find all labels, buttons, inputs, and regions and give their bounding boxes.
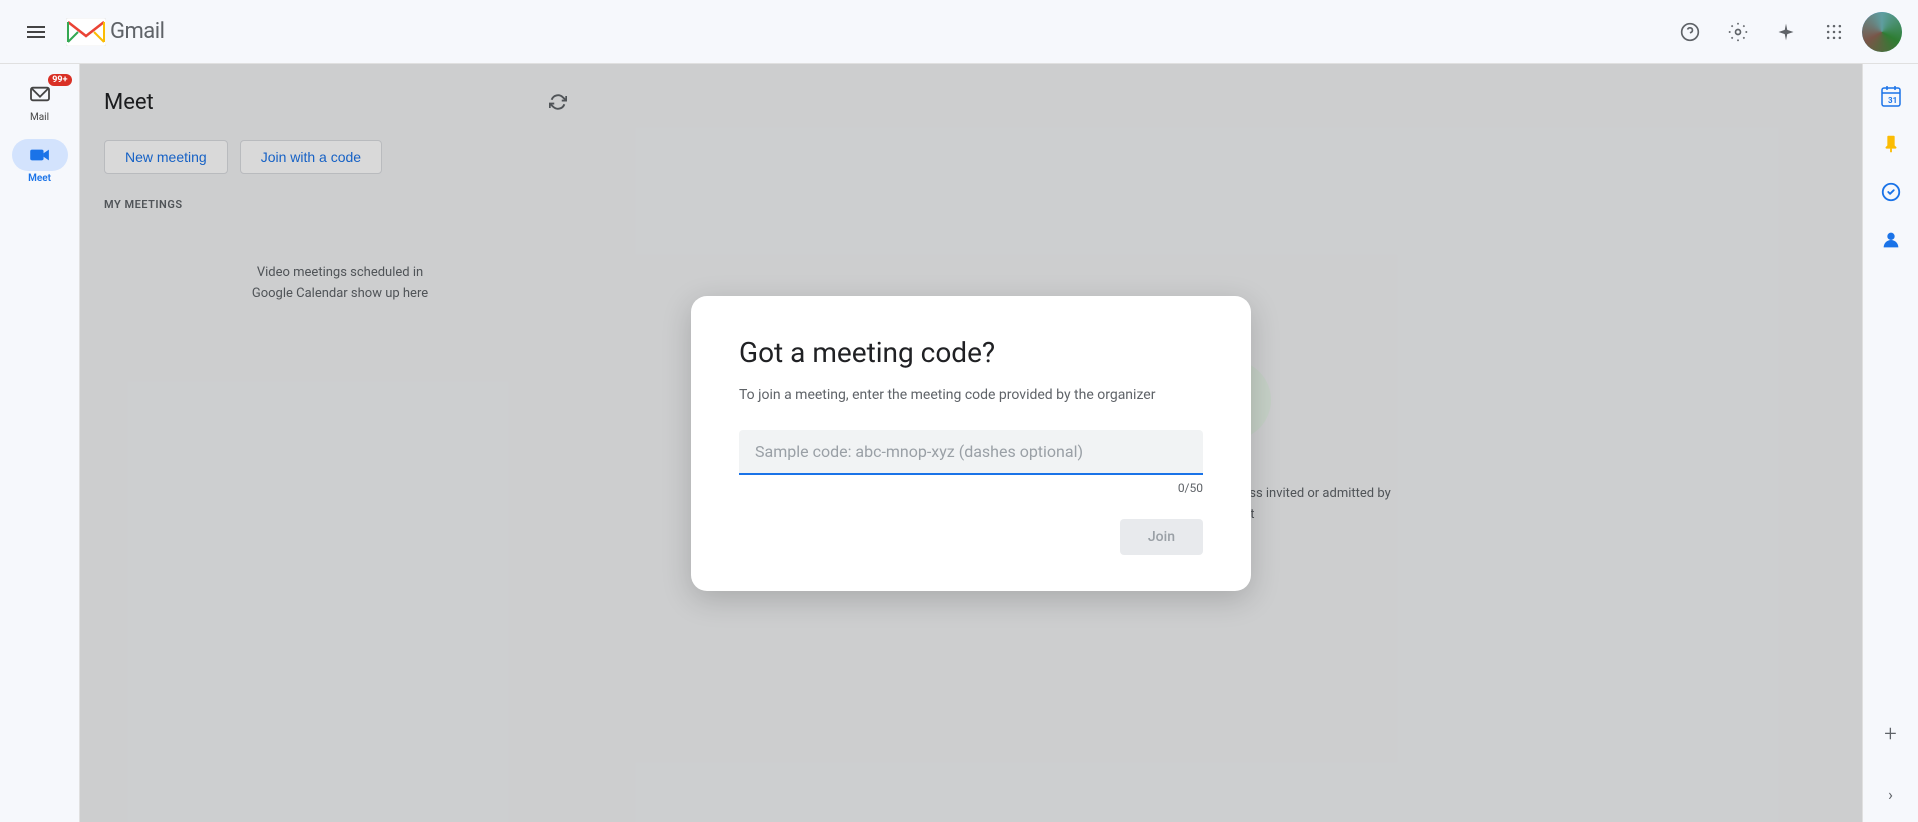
- modal-description: To join a meeting, enter the meeting cod…: [739, 385, 1203, 406]
- sidebar-mail-label: Mail: [30, 112, 49, 123]
- modal-title: Got a meeting code?: [739, 336, 1203, 369]
- gmail-logo: Gmail: [66, 18, 164, 46]
- collapse-sidebar-button[interactable]: ›: [1871, 774, 1911, 814]
- help-button[interactable]: [1670, 12, 1710, 52]
- mail-badge: 99+: [48, 74, 71, 86]
- svg-text:31: 31: [1888, 96, 1897, 105]
- sidebar-item-meet[interactable]: Meet: [4, 133, 76, 190]
- sidebar-meet-label: Meet: [28, 173, 51, 184]
- sidebar-item-mail[interactable]: 99+ Mail: [4, 72, 76, 129]
- modal-input-wrapper: [739, 430, 1203, 475]
- join-button[interactable]: Join: [1120, 519, 1203, 555]
- header: Gmail: [0, 0, 1918, 64]
- avatar[interactable]: [1862, 12, 1902, 52]
- apps-button[interactable]: [1814, 12, 1854, 52]
- char-count: 0/50: [739, 481, 1203, 495]
- modal-overlay[interactable]: Got a meeting code? To join a meeting, e…: [80, 64, 1862, 822]
- ai-button[interactable]: [1766, 12, 1806, 52]
- header-right: [1670, 12, 1902, 52]
- calendar-icon: 31: [1879, 84, 1903, 108]
- keep-icon: [1880, 133, 1902, 155]
- meet-icon: [29, 147, 51, 163]
- meeting-code-input[interactable]: [755, 442, 1187, 461]
- sidebar: 99+ Mail Meet: [0, 64, 80, 822]
- menu-icon[interactable]: [16, 12, 56, 52]
- right-sidebar-contacts[interactable]: [1871, 220, 1911, 260]
- add-icon: +: [1884, 722, 1896, 747]
- tasks-icon: [1880, 181, 1902, 203]
- add-widget-button[interactable]: +: [1871, 714, 1911, 754]
- contacts-icon: [1880, 229, 1902, 251]
- gmail-text: Gmail: [110, 19, 164, 44]
- meeting-code-modal: Got a meeting code? To join a meeting, e…: [691, 296, 1251, 591]
- settings-button[interactable]: [1718, 12, 1758, 52]
- main-area: 99+ Mail Meet Meet: [0, 64, 1918, 822]
- right-sidebar: 31 + ›: [1862, 64, 1918, 822]
- modal-actions: Join: [739, 519, 1203, 555]
- right-sidebar-keep[interactable]: [1871, 124, 1911, 164]
- gmail-m-icon: [66, 18, 106, 46]
- header-left: Gmail: [16, 12, 1670, 52]
- chevron-right-icon: ›: [1888, 785, 1893, 804]
- right-sidebar-calendar[interactable]: 31: [1871, 76, 1911, 116]
- content: Meet New meeting Join with a code MY MEE…: [80, 64, 1862, 822]
- right-sidebar-tasks[interactable]: [1871, 172, 1911, 212]
- mail-icon: [29, 85, 51, 103]
- meet-icon-bg: [12, 139, 68, 171]
